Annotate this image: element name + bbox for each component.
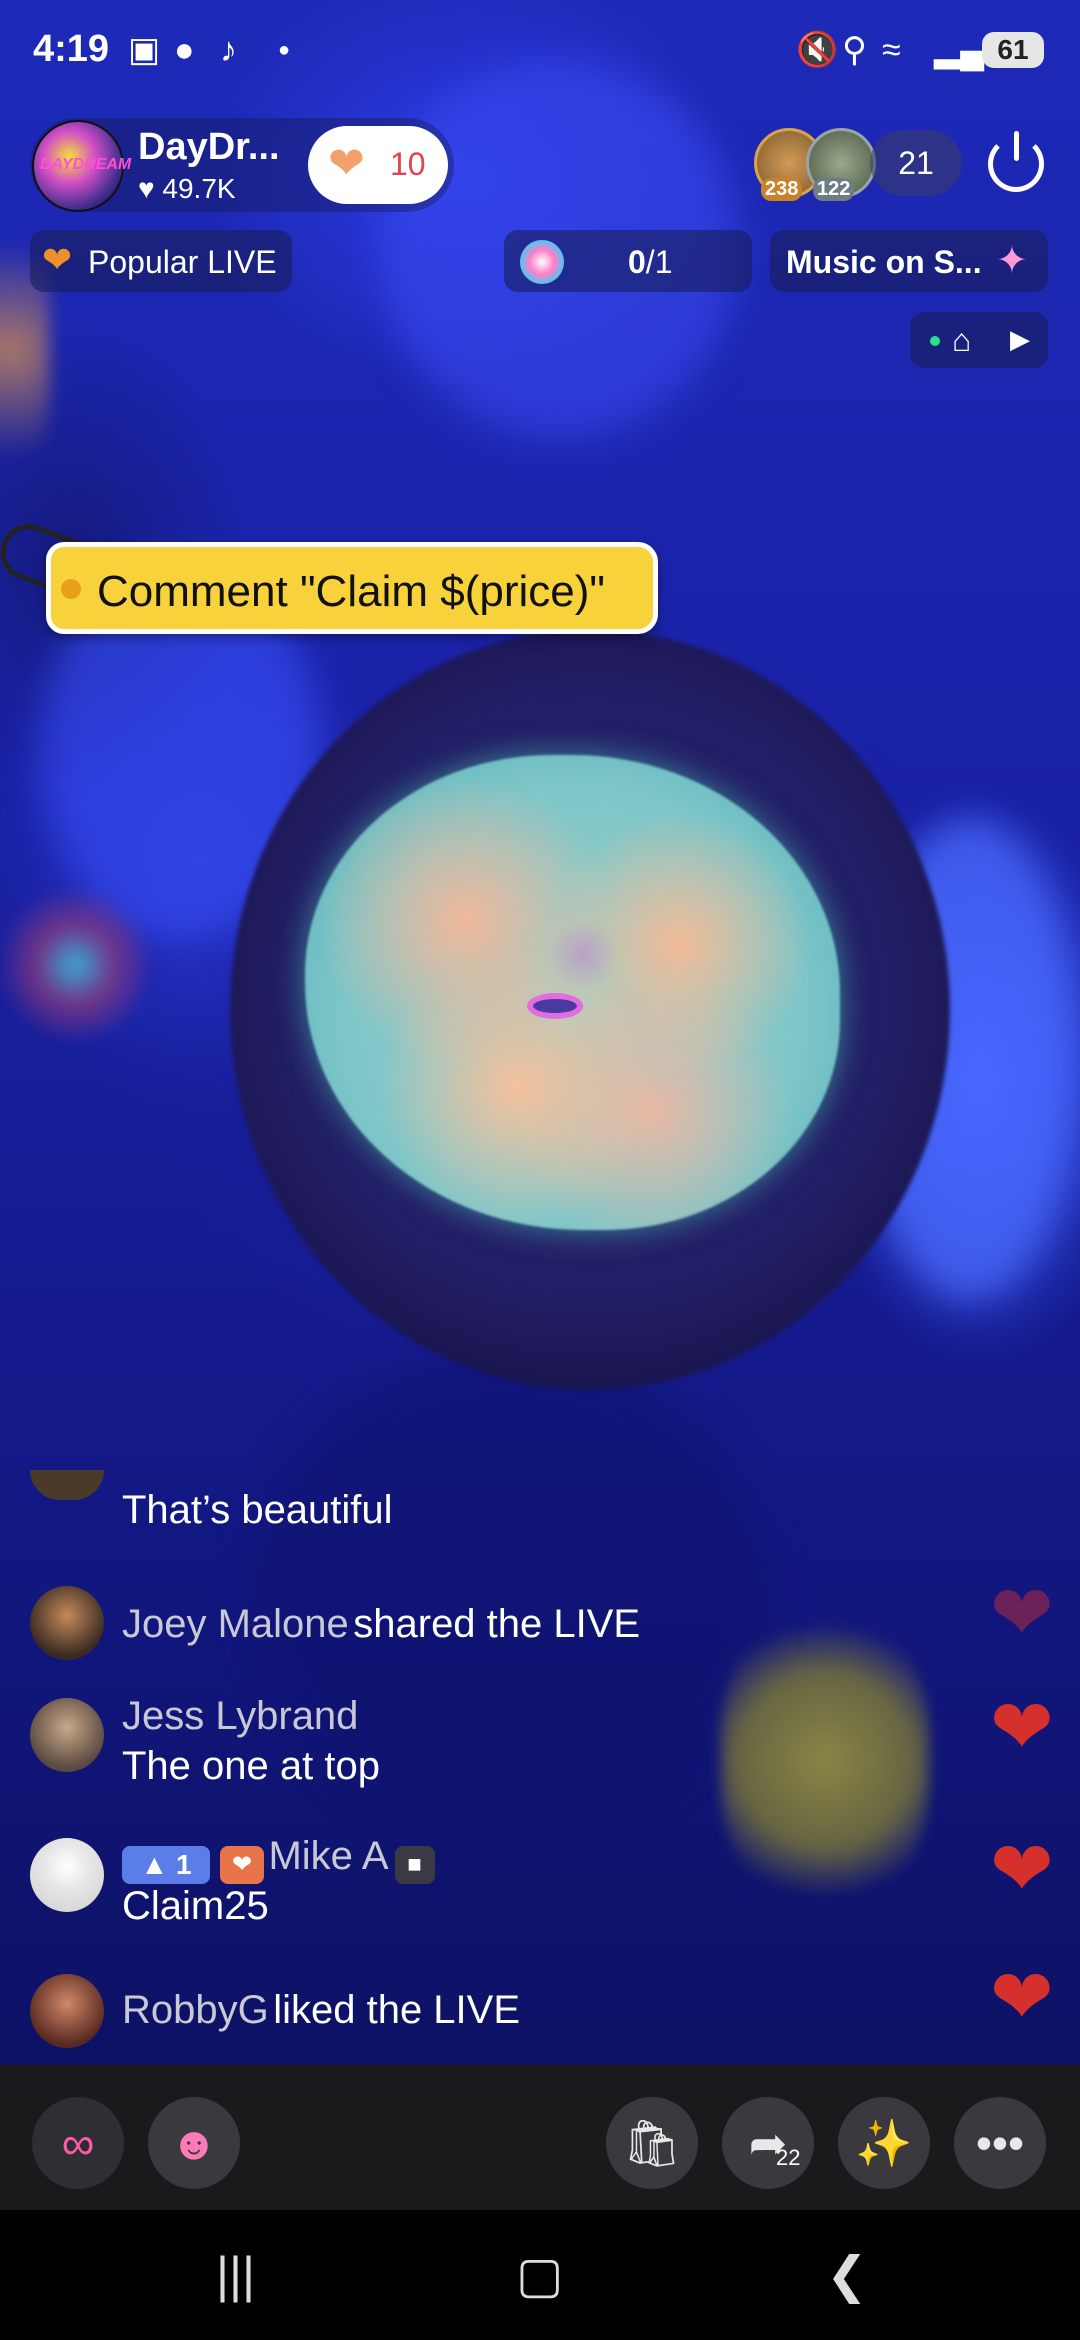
home-icon: ⌂ bbox=[952, 322, 972, 358]
signal-icon: ▂▄ bbox=[934, 31, 985, 69]
share-button[interactable]: ➦ 22 bbox=[722, 2097, 814, 2189]
host-card[interactable]: DAYDREAM DayDr... ♥ 49.7K ❤ 10 bbox=[30, 118, 454, 212]
commenter-name[interactable]: Jess Lybrand bbox=[122, 1694, 358, 1738]
floating-heart-icon: ❤ bbox=[990, 1571, 1054, 1656]
tag-hole bbox=[61, 579, 81, 599]
commenter-avatar[interactable] bbox=[30, 1974, 104, 2048]
tiktok-icon: ♪ bbox=[220, 31, 237, 69]
comment-text: liked the LIVE bbox=[273, 1988, 521, 2032]
more-button[interactable]: ••• bbox=[954, 2097, 1046, 2189]
guests-button[interactable]: ☻ bbox=[148, 2097, 240, 2189]
floating-heart-icon: ❤ bbox=[990, 1827, 1054, 1912]
anemone-mouth bbox=[527, 993, 583, 1019]
commenter-name[interactable]: RobbyG bbox=[122, 1988, 269, 2032]
commenter-avatar[interactable] bbox=[30, 1586, 104, 1660]
collab-icon: ∞ bbox=[61, 2117, 95, 2169]
comment-text: That’s beautiful bbox=[122, 1488, 393, 1532]
dot-icon: ● bbox=[278, 39, 291, 61]
viewer-score: 122 bbox=[813, 178, 855, 201]
music-badge[interactable]: Music on S... ✦ bbox=[770, 230, 1048, 292]
commenter-name[interactable]: Joey Malone bbox=[122, 1602, 349, 1646]
comment-text: Claim25 bbox=[122, 1884, 269, 1928]
host-avatar-logo: DAYDREAM bbox=[40, 156, 132, 173]
magic-wand-icon: ✨ bbox=[855, 2117, 913, 2169]
share-count: 22 bbox=[776, 2145, 801, 2170]
comment-item[interactable]: That’s beautiful bbox=[30, 1470, 930, 1548]
popular-live-label: Popular LIVE bbox=[88, 244, 277, 280]
shopping-bag-icon: 🛍 bbox=[622, 2117, 682, 2169]
floating-heart-icon: ❤ bbox=[990, 1955, 1054, 2040]
comment-item[interactable]: ▲ 1 ❤ Mike A ■ Claim25 bbox=[30, 1834, 930, 1944]
recents-icon[interactable]: ||| bbox=[216, 2250, 255, 2300]
mute-icon: 🔇 bbox=[796, 31, 839, 69]
fan-club-button[interactable]: ❤ 10 bbox=[308, 126, 448, 204]
commenter-avatar[interactable] bbox=[30, 1698, 104, 1772]
power-icon[interactable] bbox=[988, 131, 1044, 192]
messenger-icon: ● bbox=[174, 31, 195, 69]
commenter-avatar[interactable] bbox=[30, 1838, 104, 1912]
home-button-icon[interactable]: ▢ bbox=[516, 2250, 563, 2300]
heart-icon: ❤ bbox=[42, 239, 73, 280]
comment-item[interactable]: Joey Malone shared the LIVE bbox=[30, 1586, 930, 1666]
goal-progress: 0/1 bbox=[628, 244, 672, 281]
fan-count: 10 bbox=[390, 146, 426, 182]
screenshot-icon: ▣ bbox=[128, 31, 161, 69]
goal-current: 0 bbox=[628, 244, 646, 280]
heart-icon: ❤ bbox=[328, 139, 365, 188]
battery-indicator: 61 bbox=[982, 32, 1044, 68]
music-sticker-icon: ✦ bbox=[996, 240, 1028, 282]
level-number: 1 bbox=[175, 1848, 192, 1880]
wifi-icon: ≈ bbox=[882, 31, 901, 69]
host-likes-count: 49.7K bbox=[162, 173, 236, 204]
bottom-toolbar: ∞ ☻ 🛍 ➦ 22 ✨ ••• bbox=[0, 2065, 1080, 2210]
collab-button[interactable]: ∞ bbox=[32, 2097, 124, 2189]
mini-controls[interactable]: ⌂ ▶ bbox=[910, 312, 1048, 368]
floating-heart-icon: ❤ bbox=[990, 1685, 1054, 1770]
popular-live-badge[interactable]: ❤ Popular LIVE bbox=[30, 230, 292, 292]
claim-tag-text: Comment "Claim $(price)" bbox=[97, 567, 605, 616]
fan-badge-icon: ❤ bbox=[220, 1845, 264, 1884]
triangle-icon: ▲ bbox=[140, 1848, 169, 1880]
host-name: DayDr... bbox=[138, 126, 280, 168]
status-bar: 4:19 ▣ ● ♪ ● 🔇 ⚲ ≈ ▂▄ 61 bbox=[0, 22, 1080, 82]
claim-comment-tag[interactable]: Comment "Claim $(price)" bbox=[46, 542, 658, 634]
gift-goal-badge[interactable]: 0/1 bbox=[504, 230, 752, 292]
viewer-score: 238 bbox=[761, 178, 803, 201]
live-dot bbox=[930, 336, 940, 346]
gift-icon: ■ bbox=[394, 1845, 435, 1884]
commenter-avatar[interactable] bbox=[30, 1470, 104, 1500]
comment-text: The one at top bbox=[122, 1744, 380, 1788]
back-icon[interactable]: ❮ bbox=[826, 2250, 868, 2300]
host-avatar[interactable]: DAYDREAM bbox=[32, 120, 131, 212]
shop-button[interactable]: 🛍 bbox=[606, 2097, 698, 2189]
donut-gift-icon bbox=[520, 240, 564, 284]
comment-item[interactable]: Jess Lybrand The one at top bbox=[30, 1694, 930, 1804]
level-badge: ▲ 1 bbox=[122, 1845, 210, 1884]
more-icon: ••• bbox=[975, 2117, 1025, 2169]
heart-icon: ♥ bbox=[138, 173, 155, 204]
music-label: Music on S... bbox=[786, 244, 982, 280]
status-time: 4:19 bbox=[33, 28, 110, 70]
comment-item[interactable]: RobbyG liked the LIVE bbox=[30, 1974, 930, 2054]
play-icon: ▶ bbox=[1010, 324, 1030, 354]
location-icon: ⚲ bbox=[842, 31, 867, 69]
viewer-count[interactable]: 21 bbox=[870, 130, 962, 196]
comment-text: shared the LIVE bbox=[353, 1602, 641, 1646]
guests-icon: ☻ bbox=[169, 2117, 219, 2169]
top-viewer-avatar[interactable]: 122 bbox=[806, 128, 876, 201]
commenter-name[interactable]: Mike A bbox=[268, 1834, 388, 1878]
effects-button[interactable]: ✨ bbox=[838, 2097, 930, 2189]
goal-total: /1 bbox=[645, 244, 673, 280]
host-likes: ♥ 49.7K bbox=[138, 173, 236, 205]
system-nav-bar: ||| ▢ ❮ bbox=[0, 2210, 1080, 2340]
coral-shape bbox=[0, 880, 150, 1050]
